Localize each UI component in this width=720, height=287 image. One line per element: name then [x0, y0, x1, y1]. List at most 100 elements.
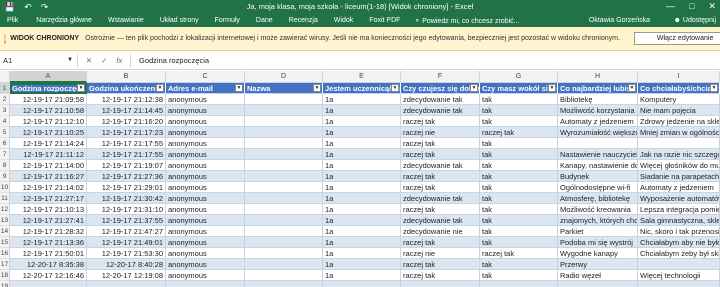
table-cell[interactable]: 1a — [323, 182, 401, 193]
table-cell[interactable]: 12-19-17 21:09:58 — [10, 94, 87, 105]
table-cell[interactable]: Automaty z jedzeniem — [638, 182, 720, 193]
table-cell[interactable] — [245, 237, 323, 248]
table-cell[interactable]: 12-19-17 21:27:41 — [10, 215, 87, 226]
table-cell[interactable]: 1a — [323, 204, 401, 215]
table-cell[interactable]: 1a — [323, 237, 401, 248]
table-cell[interactable]: 1a — [323, 105, 401, 116]
table-cell[interactable]: raczej tak — [480, 127, 558, 138]
table-cell[interactable]: 12-19-17 21:53:30 — [87, 248, 166, 259]
fx-icon[interactable]: fx — [116, 56, 122, 65]
table-cell[interactable] — [558, 281, 638, 287]
filter-dropdown-icon[interactable]: ▼ — [235, 84, 243, 92]
row-header[interactable]: 2 — [0, 94, 10, 105]
table-header-cell[interactable]: Nazwa ▼ — [245, 83, 323, 94]
row-header[interactable]: 18 — [0, 270, 10, 281]
share-button[interactable]: ☻ Udostępnij — [674, 17, 716, 24]
table-cell[interactable] — [245, 149, 323, 160]
table-cell[interactable]: anonymous — [166, 105, 245, 116]
table-cell[interactable]: zdecydowanie nie — [401, 226, 480, 237]
table-cell[interactable]: Podoba mi się wystrój — [558, 237, 638, 248]
table-cell[interactable]: 12-19-17 21:17:23 — [87, 127, 166, 138]
table-cell[interactable]: 12-20-17 12:19:08 — [87, 270, 166, 281]
table-cell[interactable]: tak — [480, 105, 558, 116]
table-cell[interactable]: anonymous — [166, 270, 245, 281]
enable-editing-button[interactable]: Włącz edytowanie — [633, 32, 720, 45]
table-header-cell[interactable]: Godzina rozpoczęcia ▼ — [10, 83, 87, 94]
table-cell[interactable]: zdecydowanie tak — [401, 160, 480, 171]
table-cell[interactable]: anonymous — [166, 171, 245, 182]
table-cell[interactable]: anonymous — [166, 127, 245, 138]
table-cell[interactable]: Komputery — [638, 94, 720, 105]
column-header-g[interactable]: G — [480, 71, 558, 83]
tab-data[interactable]: Dane — [248, 17, 281, 24]
table-cell[interactable]: 1a — [323, 94, 401, 105]
table-cell[interactable]: raczej tak — [401, 204, 480, 215]
table-cell[interactable]: 12-19-17 21:14:02 — [10, 182, 87, 193]
table-cell[interactable]: tak — [480, 116, 558, 127]
table-cell[interactable]: 12-19-17 21:37:55 — [87, 215, 166, 226]
table-cell[interactable]: 12-19-17 21:49:01 — [87, 237, 166, 248]
table-cell[interactable]: Możliwość korzystania — [558, 105, 638, 116]
table-cell[interactable]: Zdrowy jedzenie na sklepiku — [638, 116, 720, 127]
enter-icon[interactable]: ✓ — [101, 56, 107, 65]
close-button[interactable]: ✕ — [708, 1, 716, 12]
column-header-b[interactable]: B — [87, 71, 166, 83]
tab-home[interactable]: Narzędzia główne — [28, 17, 100, 24]
table-cell[interactable]: tak — [480, 270, 558, 281]
table-cell[interactable]: 1a — [323, 193, 401, 204]
table-cell[interactable]: raczej tak — [480, 248, 558, 259]
filter-dropdown-icon[interactable]: ▼ — [77, 84, 85, 92]
row-header[interactable]: 5 — [0, 127, 10, 138]
table-cell[interactable] — [245, 204, 323, 215]
table-cell[interactable] — [245, 281, 323, 287]
table-cell[interactable]: anonymous — [166, 116, 245, 127]
row-header[interactable]: 7 — [0, 149, 10, 160]
tab-file[interactable]: Plik — [0, 17, 28, 24]
tab-formulas[interactable]: Formuły — [207, 17, 248, 24]
table-cell[interactable]: 1a — [323, 270, 401, 281]
table-cell[interactable]: 12-19-17 21:31:10 — [87, 204, 166, 215]
table-cell[interactable]: Możliwość kreowania — [558, 204, 638, 215]
column-header-e[interactable]: E — [323, 71, 401, 83]
table-cell[interactable]: 12-19-17 21:47:27 — [87, 226, 166, 237]
filter-dropdown-icon[interactable]: ▼ — [156, 84, 164, 92]
filter-dropdown-icon[interactable]: ▼ — [313, 84, 321, 92]
table-cell[interactable]: anonymous — [166, 138, 245, 149]
table-cell[interactable]: 12-19-17 21:19:07 — [87, 160, 166, 171]
table-cell[interactable]: zdecydowanie tak — [401, 94, 480, 105]
column-header-d[interactable]: D — [245, 71, 323, 83]
table-cell[interactable]: 12-19-17 21:13:36 — [10, 237, 87, 248]
table-cell[interactable]: 12-19-17 21:27:17 — [10, 193, 87, 204]
table-header-cell[interactable]: Adres e-mail ▼ — [166, 83, 245, 94]
table-cell[interactable]: 12-19-17 21:29:01 — [87, 182, 166, 193]
table-cell[interactable]: Radio węzeł — [558, 270, 638, 281]
table-cell[interactable] — [245, 105, 323, 116]
table-cell[interactable]: anonymous — [166, 248, 245, 259]
table-cell[interactable] — [245, 259, 323, 270]
tab-page-layout[interactable]: Układ strony — [152, 17, 207, 24]
table-cell[interactable] — [245, 138, 323, 149]
table-cell[interactable]: raczej tak — [401, 138, 480, 149]
table-cell[interactable] — [245, 248, 323, 259]
table-cell[interactable]: Kanapy, nastawienie do uczniów — [558, 160, 638, 171]
table-cell[interactable]: 1a — [323, 259, 401, 270]
table-header-cell[interactable]: Co chciałabyś/chciałbyś ▼ — [638, 83, 720, 94]
table-cell[interactable]: zdecydowanie tak — [401, 105, 480, 116]
table-cell[interactable]: 12-19-17 21:27:36 — [87, 171, 166, 182]
table-cell[interactable] — [245, 270, 323, 281]
table-cell[interactable]: anonymous — [166, 193, 245, 204]
table-cell[interactable] — [245, 182, 323, 193]
table-header-cell[interactable]: Co najbardziej lubisz ▼ — [558, 83, 638, 94]
table-cell[interactable] — [401, 281, 480, 287]
table-cell[interactable]: anonymous — [166, 237, 245, 248]
row-header[interactable]: 1 — [0, 83, 10, 94]
table-cell[interactable]: Nic, skoro i tak przenosimy — [638, 226, 720, 237]
table-cell[interactable]: anonymous — [166, 204, 245, 215]
table-cell[interactable]: 1a — [323, 248, 401, 259]
table-cell[interactable]: tak — [480, 182, 558, 193]
table-cell[interactable]: 1a — [323, 226, 401, 237]
column-header-i[interactable]: I — [638, 71, 720, 83]
table-cell[interactable]: znajomych, których chcę — [558, 215, 638, 226]
table-cell[interactable]: 12-20-17 12:16:46 — [10, 270, 87, 281]
table-cell[interactable]: anonymous — [166, 259, 245, 270]
